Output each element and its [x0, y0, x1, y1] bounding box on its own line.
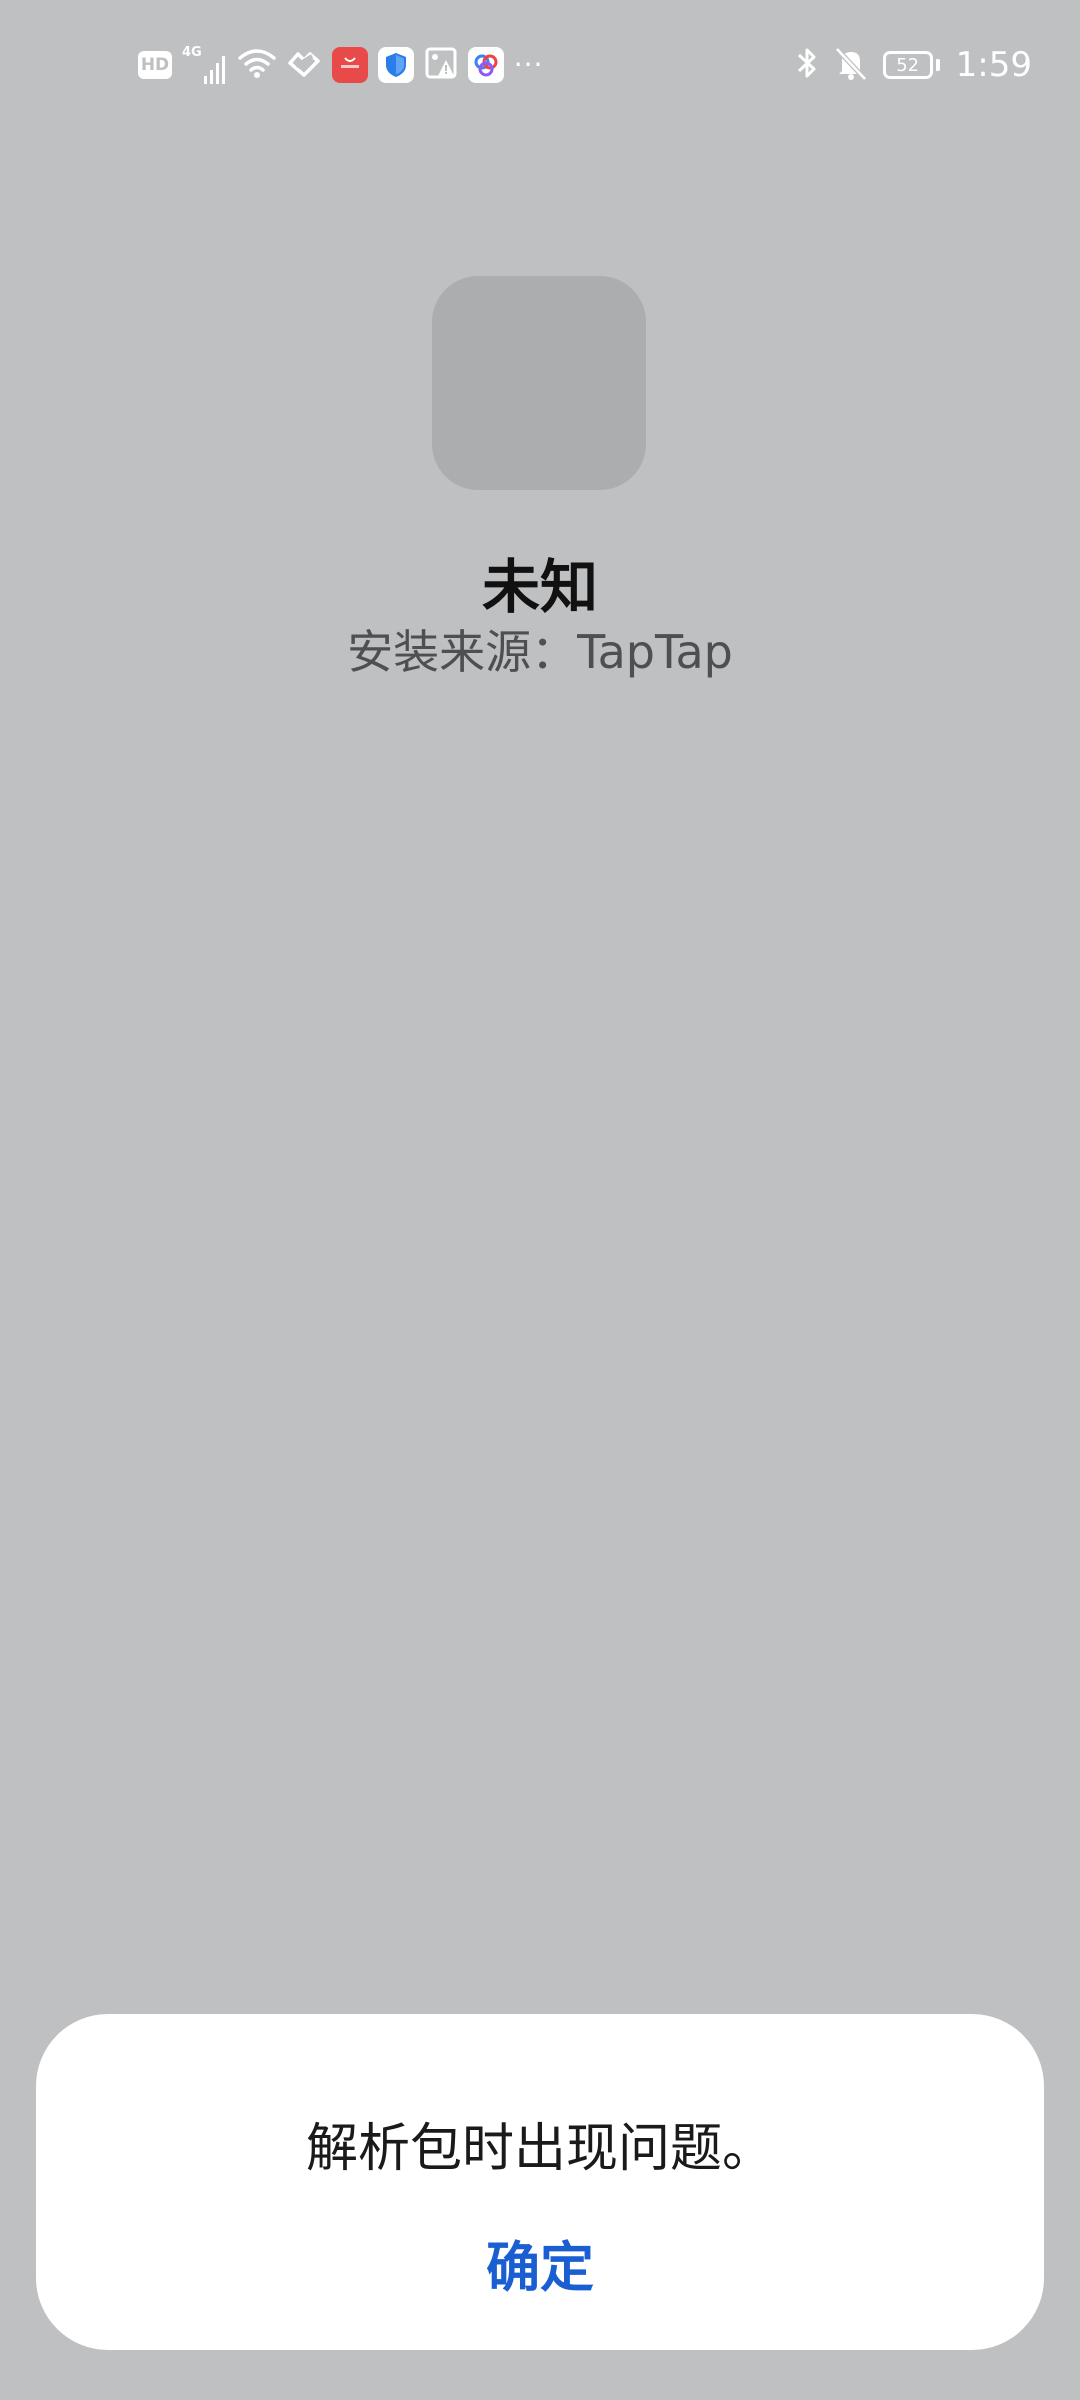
status-bar-right: 52 1:59 [795, 40, 1032, 90]
dialog-message: 解析包时出现问题。 [305, 2119, 774, 2179]
install-source: 安装来源：TapTap [347, 625, 733, 679]
battery-icon: 52 [882, 51, 940, 79]
heart-pulse-icon [286, 47, 322, 83]
clock: 1:59 [955, 45, 1032, 85]
app-icon-placeholder [432, 276, 646, 490]
bell-muted-icon [833, 45, 869, 85]
battery-level: 52 [882, 51, 933, 79]
bluetooth-icon [795, 45, 819, 85]
hd-icon: HD [138, 51, 172, 79]
network-type-label: 4G [182, 45, 202, 60]
app-circles-icon [467, 47, 504, 83]
shield-icon [377, 47, 414, 83]
status-bar-left: HD 4G ··· [138, 40, 543, 90]
huawei-appgallery-icon [331, 47, 368, 83]
image-alert-icon [424, 46, 458, 84]
signal-icon: 4G [182, 46, 228, 84]
wifi-icon [237, 47, 276, 83]
error-dialog: 解析包时出现问题。 确定 [36, 2014, 1044, 2350]
status-bar: HD 4G ··· 52 1:59 [0, 0, 1080, 130]
more-notifications-icon: ··· [513, 48, 544, 81]
confirm-button[interactable]: 确定 [440, 2214, 640, 2310]
app-name: 未知 [481, 553, 598, 621]
